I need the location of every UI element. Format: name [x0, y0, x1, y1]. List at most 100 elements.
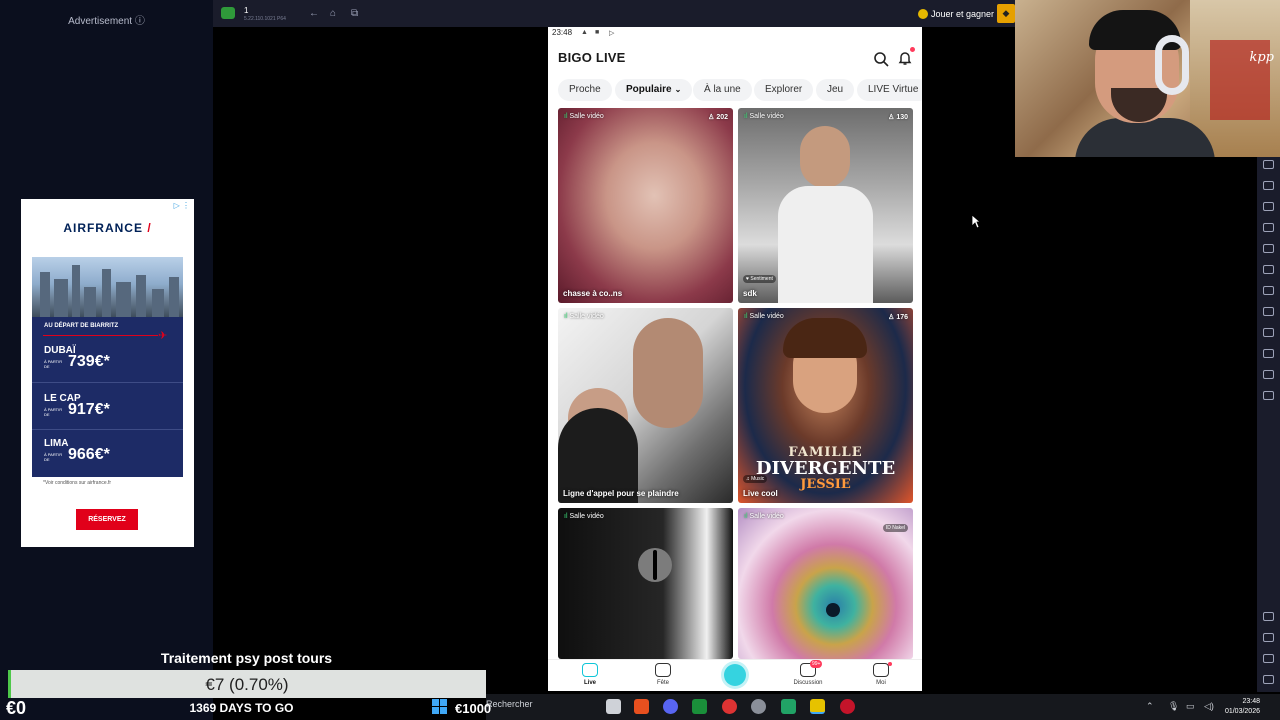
discord-icon[interactable]: [663, 699, 678, 714]
toolbar-sync-icon[interactable]: [1263, 370, 1274, 379]
network-icon[interactable]: ▭: [1186, 701, 1195, 712]
nav-discussion[interactable]: Discussion: [783, 663, 833, 686]
tab-jeu[interactable]: Jeu: [816, 79, 855, 101]
room-type-badge: ıl Salle vidéo: [744, 313, 784, 320]
donation-amount: €7 (0.70%): [205, 675, 289, 694]
multi-instance-icon[interactable]: ⧉: [351, 8, 358, 19]
donation-goal-title: Traitement psy post tours: [160, 650, 333, 666]
nav-fete[interactable]: Fête: [638, 663, 688, 686]
nav-live[interactable]: Live: [565, 663, 615, 686]
room-title: Live cool: [743, 489, 778, 498]
app-icon[interactable]: [692, 699, 707, 714]
home-icon[interactable]: ⌂: [330, 8, 336, 19]
viewer-count: ♙ 176: [888, 314, 908, 321]
go-live-camera-button[interactable]: [724, 664, 746, 686]
live-room-card[interactable]: ıl Salle vidéo ♙ 130 ♥ Sentiment sdk: [738, 108, 913, 303]
room-tag: ♥ Sentiment: [743, 275, 776, 283]
brave-browser-icon[interactable]: [634, 699, 649, 714]
warning-icon: ▲: [581, 29, 588, 36]
emulator-logo-icon: [221, 7, 235, 19]
poster-text: kpp: [1249, 50, 1274, 65]
divider: [43, 335, 158, 336]
headset: [1155, 35, 1189, 95]
room-tag: ♫ Music: [743, 475, 768, 483]
room-type-badge: ıl Salle vidéo: [564, 113, 604, 120]
clock[interactable]: 23:48 01/03/2026: [1224, 697, 1260, 717]
excel-icon[interactable]: [781, 699, 796, 714]
toolbar-recents-icon[interactable]: [1263, 675, 1274, 684]
tab-explorer[interactable]: Explorer: [754, 79, 814, 101]
back-icon[interactable]: ←: [309, 8, 319, 19]
toolbar-screenshot-icon[interactable]: [1263, 202, 1274, 211]
room-type-badge: ıl Salle vidéo: [744, 513, 784, 520]
room-type-badge: ıl Salle vidéo: [744, 113, 784, 120]
toolbar-apk-icon[interactable]: [1263, 265, 1274, 274]
home-live-icon: [582, 663, 598, 677]
phone-screen: 23:48 ▲ ■ ▷ BIGO LIVE Proche Populaire ⌄ …: [548, 27, 922, 691]
task-view-icon[interactable]: [606, 699, 621, 714]
live-room-card[interactable]: FAMILLE DIVERGENTE JESSIE ıl Salle vidéo …: [738, 308, 913, 503]
divider: [32, 429, 183, 430]
mouse-cursor-icon: [971, 214, 981, 229]
toolbar-layers-icon[interactable]: [1263, 349, 1274, 358]
notification-icon: ■: [595, 29, 600, 36]
live-room-card[interactable]: ıl Salle vidéo ID Nakel: [738, 508, 913, 659]
taskbar-search[interactable]: Rechercher: [486, 699, 533, 709]
toolbar-keyboard-icon[interactable]: [1263, 160, 1274, 169]
live-room-card[interactable]: ıl Salle vidéo: [558, 508, 733, 659]
screen: Advertisement ⓘ ▷ ⋮ AIRFRANCE / AU DÉPAR…: [0, 0, 1280, 720]
room-title: chasse à co..ns: [563, 289, 623, 298]
settings-icon[interactable]: [751, 699, 766, 714]
youtube-icon[interactable]: [840, 699, 855, 714]
room-title: Ligne d'appel pour se plaindre: [563, 489, 679, 498]
toolbar-settings-icon[interactable]: [1263, 612, 1274, 621]
divider: [32, 382, 183, 383]
tray-chevron-icon[interactable]: ⌃: [1146, 701, 1154, 712]
app-icon[interactable]: [722, 699, 737, 714]
toolbar-gamepad-icon[interactable]: [1263, 181, 1274, 190]
live-room-card[interactable]: ıl Salle vidéo Ligne d'appel pour se plai…: [558, 308, 733, 503]
book-button[interactable]: RÉSERVEZ: [76, 509, 138, 530]
category-tabs: Proche Populaire ⌄ À la une Explorer Jeu …: [558, 79, 922, 101]
days-remaining: 1369 DAYS TO GO: [189, 701, 294, 715]
windows-taskbar: Rechercher ⌃ 🎙︎ ▭ ◁) 23:48 01/03/2026: [432, 694, 1280, 720]
webcam-feed: kpp: [1015, 0, 1280, 157]
microphone-icon[interactable]: 🎙︎: [1168, 701, 1179, 712]
airfrance-ad[interactable]: ▷ ⋮ AIRFRANCE / AU DÉPART DE BIARRITZ ✈ …: [21, 199, 194, 547]
toolbar-back-icon[interactable]: [1263, 633, 1274, 642]
live-room-card[interactable]: ıl Salle vidéo ♙ 202 chasse à co..ns: [558, 108, 733, 303]
volume-icon[interactable]: ◁): [1204, 701, 1214, 712]
emulator-taskbar-icon[interactable]: [810, 699, 825, 714]
ad-choices-icon[interactable]: ▷ ⋮: [174, 201, 190, 210]
airfrance-logo: AIRFRANCE /: [63, 221, 152, 235]
viewer-count: ♙ 130: [888, 114, 908, 121]
room-type-badge: ıl Salle vidéo: [564, 313, 604, 320]
viewer-count: ♙ 202: [708, 114, 728, 121]
notification-bell-icon[interactable]: [897, 50, 913, 66]
toolbar-record-icon[interactable]: [1263, 223, 1274, 232]
play-and-win-link[interactable]: Jouer et gagner: [931, 9, 994, 19]
windows-start-icon[interactable]: [432, 699, 447, 714]
ad-label: Advertisement ⓘ: [68, 16, 145, 27]
toolbar-media-icon[interactable]: [1263, 244, 1274, 253]
nav-moi[interactable]: Moi: [856, 663, 906, 686]
tab-proche[interactable]: Proche: [558, 79, 612, 101]
tab-populaire[interactable]: Populaire ⌄: [615, 79, 693, 101]
destination-lima: LIMA À PARTIR DE 966€*: [44, 438, 110, 463]
toolbar-home-icon[interactable]: [1263, 654, 1274, 663]
profile-icon: [873, 663, 889, 677]
status-time: 23:48: [552, 28, 573, 37]
game-icon: [918, 9, 928, 19]
toolbar-more-icon[interactable]: [1263, 391, 1274, 400]
gift-icon[interactable]: ◆: [997, 4, 1015, 23]
destination-le-cap: LE CAP À PARTIR DE 917€*: [44, 393, 110, 418]
emulator-titlebar: 1 5.22.110.1021 P64 ← ⌂ ⧉ Jouer et gagne…: [213, 0, 1015, 27]
tab-a-la-une[interactable]: À la une: [693, 79, 752, 101]
search-icon[interactable]: [873, 51, 889, 67]
toolbar-folder-icon[interactable]: [1263, 286, 1274, 295]
toolbar-location-icon[interactable]: [1263, 328, 1274, 337]
conditions-text: *Voir conditions sur airfrance.fr: [43, 480, 112, 486]
tab-live-virtuel[interactable]: LIVE Virtue: [857, 79, 922, 101]
toolbar-eco-icon[interactable]: [1263, 307, 1274, 316]
app-logo: BIGO LIVE: [558, 50, 626, 65]
